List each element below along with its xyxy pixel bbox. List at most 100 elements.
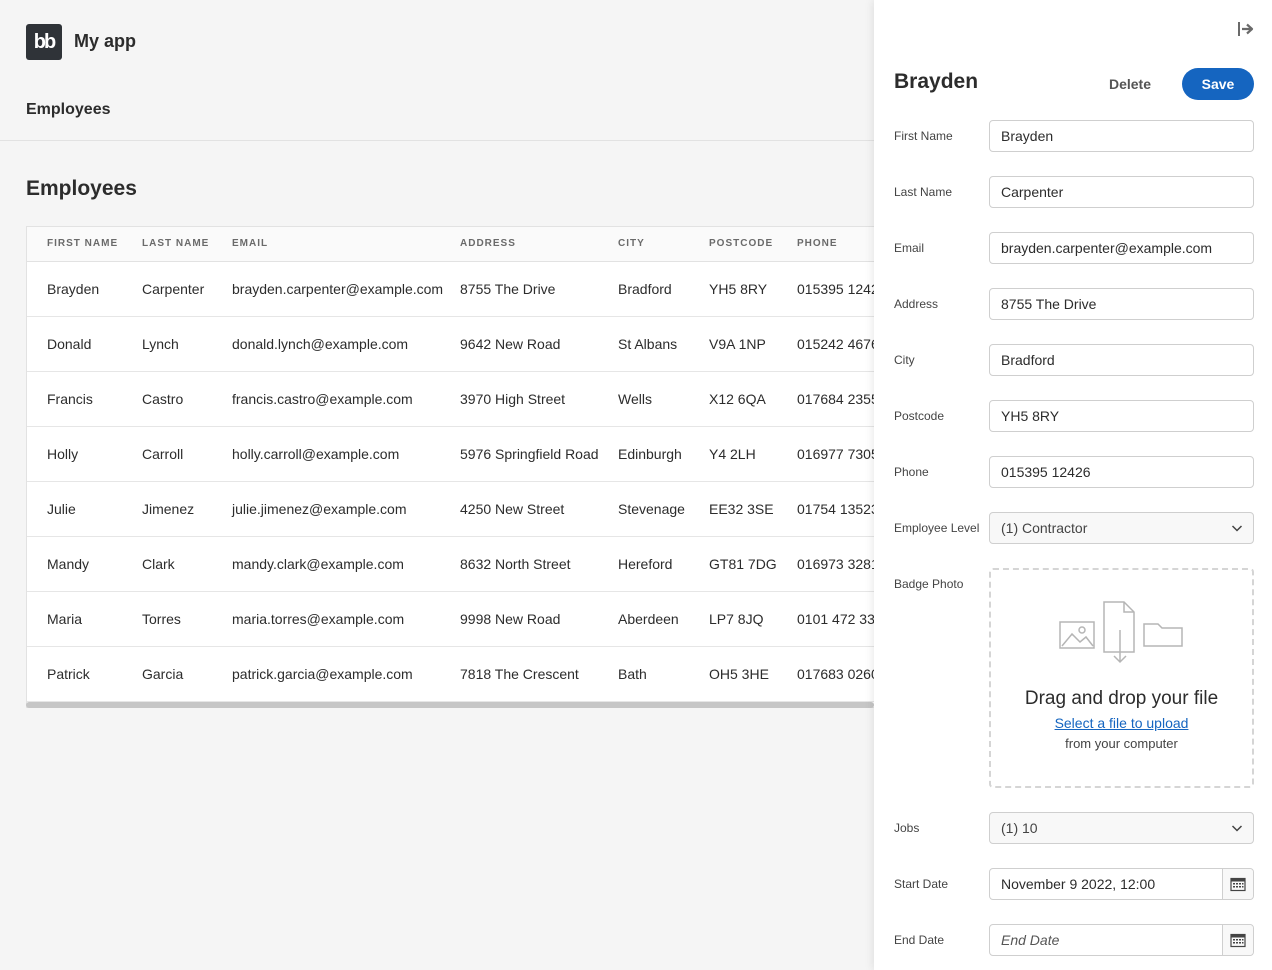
cell-email: donald.lynch@example.com [232,316,460,372]
table-row[interactable]: Brayden Carpenter brayden.carpenter@exampl… [27,261,874,317]
cell-address: 8632 North Street [460,536,618,592]
cell-phone: 015395 12426 [797,261,874,317]
cell-first-name: Julie [27,481,142,537]
column-header-city[interactable]: CITY [618,227,709,262]
cell-first-name: Donald [27,316,142,372]
calendar-icon [1230,933,1246,948]
jobs-select[interactable]: (1) 10 [989,812,1254,844]
cell-last-name: Jimenez [142,481,232,537]
page-title: Employees [26,177,137,200]
postcode-field[interactable] [989,400,1254,432]
employees-table: FIRST NAME LAST NAME EMAIL ADDRESS CITY … [26,226,874,708]
cell-first-name: Patrick [27,646,142,702]
nav-link-employees[interactable]: Employees [26,101,110,119]
table-row[interactable]: Julie Jimenez julie.jimenez@example.com 425… [27,481,874,537]
table-row[interactable]: Francis Castro francis.castro@example.com 3… [27,371,874,427]
dropzone-subtext: from your computer [1065,736,1178,751]
cell-last-name: Lynch [142,316,232,372]
cell-first-name: Francis [27,371,142,427]
cell-city: Wells [618,371,709,427]
first-name-field[interactable] [989,120,1254,152]
badge-photo-dropzone[interactable]: Drag and drop your file Select a file to… [989,568,1254,788]
cell-postcode: Y4 2LH [709,426,797,482]
file-upload-icon [1059,601,1183,664]
column-header-email[interactable]: EMAIL [232,227,460,262]
end-date-label: End Date [894,933,945,947]
cell-postcode: YH5 8RY [709,261,797,317]
table-row[interactable]: Mandy Clark mandy.clark@example.com 8632 No… [27,536,874,592]
chevron-down-icon [1231,525,1243,532]
jobs-value: (1) 10 [1001,820,1038,836]
cell-postcode: V9A 1NP [709,316,797,372]
cell-first-name: Holly [27,426,142,482]
end-date-picker [989,924,1254,956]
horizontal-scrollbar[interactable] [26,702,874,708]
cell-address: 5976 Springfield Road [460,426,618,482]
cell-last-name: Clark [142,536,232,592]
start-date-calendar-button[interactable] [1222,869,1253,899]
badge-photo-label: Badge Photo [894,577,964,591]
column-header-address[interactable]: ADDRESS [460,227,618,262]
city-field[interactable] [989,344,1254,376]
cell-phone: 016973 32814 [797,536,874,592]
table-row[interactable]: Holly Carroll holly.carroll@example.com 597… [27,426,874,482]
employee-level-select[interactable]: (1) Contractor [989,512,1254,544]
end-date-calendar-button[interactable] [1222,925,1253,955]
cell-last-name: Carroll [142,426,232,482]
cell-address: 7818 The Crescent [460,646,618,702]
save-button[interactable]: Save [1182,68,1254,100]
calendar-icon [1230,877,1246,892]
cell-last-name: Carpenter [142,261,232,317]
select-file-link[interactable]: Select a file to upload [1055,715,1189,731]
side-panel: Brayden Delete Save First Name Last Name… [874,0,1272,970]
postcode-label: Postcode [894,409,945,423]
last-name-field[interactable] [989,176,1254,208]
table-header-row: FIRST NAME LAST NAME EMAIL ADDRESS CITY … [27,227,874,262]
email-field[interactable] [989,232,1254,264]
cell-postcode: GT81 7DG [709,536,797,592]
phone-field[interactable] [989,456,1254,488]
cell-last-name: Castro [142,371,232,427]
cell-email: mandy.clark@example.com [232,536,460,592]
table-row[interactable]: Maria Torres maria.torres@example.com 9998 … [27,591,874,647]
cell-email: holly.carroll@example.com [232,426,460,482]
cell-city: Stevenage [618,481,709,537]
column-header-first-name[interactable]: FIRST NAME [27,227,142,262]
city-label: City [894,353,915,367]
cell-phone: 01754 13523 [797,481,874,537]
column-header-postcode[interactable]: POSTCODE [709,227,797,262]
employee-level-label: Employee Level [894,521,980,535]
cell-phone: 017684 23551 [797,371,874,427]
cell-email: julie.jimenez@example.com [232,481,460,537]
app-main: bb My app Employees Employees FIRST NAME… [0,0,874,970]
address-field[interactable] [989,288,1254,320]
cell-address: 4250 New Street [460,481,618,537]
column-header-phone[interactable]: PHONE [797,227,874,262]
cell-city: Aberdeen [618,591,709,647]
app-logo[interactable]: bb [26,24,62,60]
cell-city: Bath [618,646,709,702]
start-date-field[interactable] [990,869,1222,899]
cell-email: francis.castro@example.com [232,371,460,427]
column-header-last-name[interactable]: LAST NAME [142,227,232,262]
collapse-panel-icon[interactable] [1236,20,1256,38]
cell-first-name: Mandy [27,536,142,592]
cell-email: patrick.garcia@example.com [232,646,460,702]
first-name-label: First Name [894,129,953,143]
cell-address: 9642 New Road [460,316,618,372]
cell-address: 9998 New Road [460,591,618,647]
end-date-field[interactable] [990,925,1222,955]
jobs-label: Jobs [894,821,920,835]
cell-postcode: LP7 8JQ [709,591,797,647]
delete-button[interactable]: Delete [1098,68,1162,100]
dropzone-title: Drag and drop your file [1024,688,1219,709]
cell-email: maria.torres@example.com [232,591,460,647]
cell-city: Bradford [618,261,709,317]
table-row[interactable]: Patrick Garcia patrick.garcia@example.com 7… [27,646,874,702]
start-date-label: Start Date [894,877,949,891]
employee-level-value: (1) Contractor [1001,520,1088,536]
last-name-label: Last Name [894,185,953,199]
cell-city: Hereford [618,536,709,592]
cell-phone: 015242 46760 [797,316,874,372]
table-row[interactable]: Donald Lynch donald.lynch@example.com 9642 … [27,316,874,372]
